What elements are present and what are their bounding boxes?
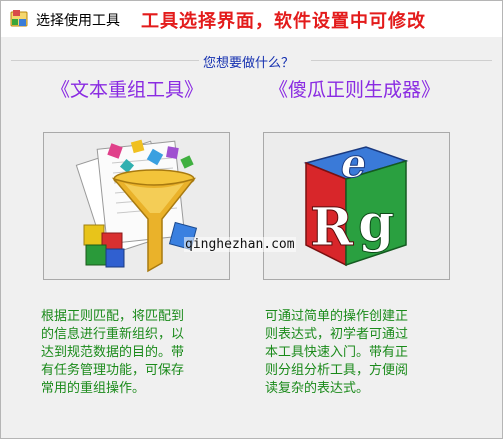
- text-recombine-description: 根据正则匹配，将匹配到 的信息进行重新组织，以 达到规范数据的目的。带 有任务管…: [41, 308, 241, 398]
- option-title-text-recombine[interactable]: 《文本重组工具》: [51, 75, 203, 102]
- app-icon: [10, 10, 28, 27]
- option-title-regex-generator[interactable]: 《傻瓜正则生成器》: [269, 75, 440, 102]
- description-line: 达到规范数据的目的。带: [41, 345, 185, 360]
- svg-text:R: R: [310, 197, 354, 258]
- description-line: 则表达式，初学者可通过: [265, 327, 409, 342]
- regex-generator-description: 可通过简单的操作创建正 则表达式，初学者可通过 本工具快速入门。带有正 则分组分…: [265, 308, 465, 398]
- title-note: 工具选择界面，软件设置中可修改: [141, 11, 426, 32]
- tool-select-window: 选择使用工具 工具选择界面，软件设置中可修改 您想要做什么？ 《文本重组工具》: [0, 0, 503, 439]
- funnel-puzzle-icon: [75, 139, 198, 273]
- description-line: 则分组分析工具，方便阅: [265, 363, 409, 378]
- regex-generator-tool-button[interactable]: e R g: [263, 132, 450, 280]
- description-line: 有任务管理功能，可保存: [41, 363, 185, 378]
- title-bar[interactable]: 选择使用工具 工具选择界面，软件设置中可修改: [1, 1, 502, 37]
- description-line: 常用的重组操作。: [41, 381, 146, 396]
- divider-right: [311, 60, 492, 61]
- question-label: 您想要做什么？: [203, 56, 295, 71]
- question-group: 您想要做什么？: [11, 51, 492, 71]
- description-line: 的信息进行重新组织，以: [41, 327, 185, 342]
- svg-text:g: g: [358, 193, 394, 254]
- description-line: 可通过简单的操作创建正: [265, 309, 409, 324]
- reg-cube-icon: e R g: [303, 139, 409, 267]
- divider-left: [11, 60, 199, 61]
- description-line: 根据正则匹配，将匹配到: [41, 309, 185, 324]
- watermark-text: qinghezhan.com: [184, 237, 296, 252]
- window-title: 选择使用工具: [36, 13, 120, 29]
- text-recombine-tool-button[interactable]: [43, 132, 230, 280]
- description-line: 本工具快速入门。带有正: [265, 345, 409, 360]
- description-line: 读复杂的表达式。: [265, 381, 370, 396]
